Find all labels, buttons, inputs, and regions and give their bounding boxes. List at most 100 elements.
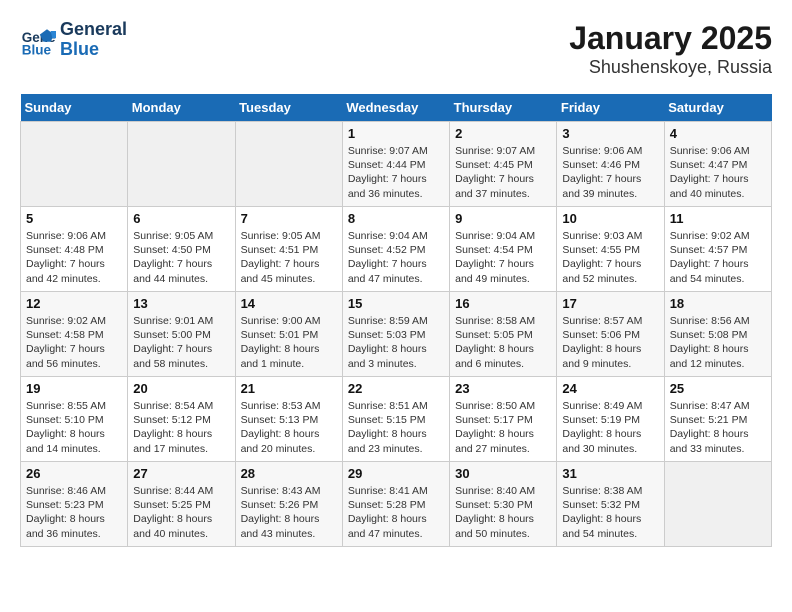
calendar-day: 31Sunrise: 8:38 AM Sunset: 5:32 PM Dayli…	[557, 462, 664, 547]
day-number: 6	[133, 211, 229, 226]
dow-header-thursday: Thursday	[450, 94, 557, 122]
calendar-day: 30Sunrise: 8:40 AM Sunset: 5:30 PM Dayli…	[450, 462, 557, 547]
calendar-day: 14 Sunrise: 9:00 AM Sunset: 5:01 PM Dayli…	[235, 292, 342, 377]
day-info: Sunrise: 8:51 AM Sunset: 5:15 PM Dayligh…	[348, 399, 444, 456]
calendar-week-5: 26 Sunrise: 8:46 AM Sunset: 5:23 PM Dayli…	[21, 462, 772, 547]
day-number: 27	[133, 466, 229, 481]
calendar-day: 29Sunrise: 8:41 AM Sunset: 5:28 PM Dayli…	[342, 462, 449, 547]
day-number: 13	[133, 296, 229, 311]
calendar-day: 13 Sunrise: 9:01 AM Sunset: 5:00 PM Dayli…	[128, 292, 235, 377]
day-info: Sunrise: 9:05 AM Sunset: 4:51 PM Dayligh…	[241, 229, 337, 286]
day-number: 14	[241, 296, 337, 311]
logo: General Blue General Blue	[20, 20, 127, 60]
day-info: Sunrise: 9:00 AM Sunset: 5:01 PM Dayligh…	[241, 314, 337, 371]
day-info: Sunrise: 8:53 AM Sunset: 5:13 PM Dayligh…	[241, 399, 337, 456]
day-number: 4	[670, 126, 766, 141]
calendar-day: 1 Sunrise: 9:07 AM Sunset: 4:44 PM Daylig…	[342, 122, 449, 207]
day-number: 18	[670, 296, 766, 311]
day-number: 20	[133, 381, 229, 396]
day-info: Sunrise: 8:55 AM Sunset: 5:10 PM Dayligh…	[26, 399, 122, 456]
calendar-week-4: 19 Sunrise: 8:55 AM Sunset: 5:10 PM Dayli…	[21, 377, 772, 462]
day-number: 8	[348, 211, 444, 226]
calendar-day: 23Sunrise: 8:50 AM Sunset: 5:17 PM Dayli…	[450, 377, 557, 462]
day-number: 5	[26, 211, 122, 226]
calendar-day: 25Sunrise: 8:47 AM Sunset: 5:21 PM Dayli…	[664, 377, 771, 462]
dow-header-monday: Monday	[128, 94, 235, 122]
calendar-day	[664, 462, 771, 547]
calendar-table: SundayMondayTuesdayWednesdayThursdayFrid…	[20, 94, 772, 547]
day-number: 12	[26, 296, 122, 311]
calendar-day	[235, 122, 342, 207]
day-number: 17	[562, 296, 658, 311]
day-number: 26	[26, 466, 122, 481]
calendar-day: 8 Sunrise: 9:04 AM Sunset: 4:52 PM Daylig…	[342, 207, 449, 292]
day-info: Sunrise: 9:02 AM Sunset: 4:58 PM Dayligh…	[26, 314, 122, 371]
day-info: Sunrise: 8:47 AM Sunset: 5:21 PM Dayligh…	[670, 399, 766, 456]
calendar-day	[128, 122, 235, 207]
calendar-week-2: 5 Sunrise: 9:06 AM Sunset: 4:48 PM Daylig…	[21, 207, 772, 292]
day-number: 21	[241, 381, 337, 396]
day-number: 11	[670, 211, 766, 226]
day-number: 2	[455, 126, 551, 141]
svg-text:Blue: Blue	[22, 42, 52, 57]
day-number: 28	[241, 466, 337, 481]
day-info: Sunrise: 8:38 AM Sunset: 5:32 PM Dayligh…	[562, 484, 658, 541]
day-info: Sunrise: 9:03 AM Sunset: 4:55 PM Dayligh…	[562, 229, 658, 286]
day-info: Sunrise: 9:04 AM Sunset: 4:52 PM Dayligh…	[348, 229, 444, 286]
calendar-day: 12 Sunrise: 9:02 AM Sunset: 4:58 PM Dayli…	[21, 292, 128, 377]
day-info: Sunrise: 8:41 AM Sunset: 5:28 PM Dayligh…	[348, 484, 444, 541]
calendar-week-3: 12 Sunrise: 9:02 AM Sunset: 4:58 PM Dayli…	[21, 292, 772, 377]
calendar-day: 22 Sunrise: 8:51 AM Sunset: 5:15 PM Dayli…	[342, 377, 449, 462]
page-subtitle: Shushenskoye, Russia	[569, 57, 772, 78]
day-info: Sunrise: 9:06 AM Sunset: 4:47 PM Dayligh…	[670, 144, 766, 201]
day-info: Sunrise: 8:58 AM Sunset: 5:05 PM Dayligh…	[455, 314, 551, 371]
page-header: General Blue General Blue January 2025 S…	[20, 20, 772, 78]
calendar-day: 9Sunrise: 9:04 AM Sunset: 4:54 PM Daylig…	[450, 207, 557, 292]
calendar-day: 24Sunrise: 8:49 AM Sunset: 5:19 PM Dayli…	[557, 377, 664, 462]
day-info: Sunrise: 9:01 AM Sunset: 5:00 PM Dayligh…	[133, 314, 229, 371]
day-info: Sunrise: 9:07 AM Sunset: 4:44 PM Dayligh…	[348, 144, 444, 201]
day-number: 7	[241, 211, 337, 226]
dow-header-sunday: Sunday	[21, 94, 128, 122]
calendar-day: 26 Sunrise: 8:46 AM Sunset: 5:23 PM Dayli…	[21, 462, 128, 547]
calendar-day: 17 Sunrise: 8:57 AM Sunset: 5:06 PM Dayli…	[557, 292, 664, 377]
day-info: Sunrise: 9:05 AM Sunset: 4:50 PM Dayligh…	[133, 229, 229, 286]
dow-header-wednesday: Wednesday	[342, 94, 449, 122]
day-number: 19	[26, 381, 122, 396]
dow-header-friday: Friday	[557, 94, 664, 122]
day-number: 16	[455, 296, 551, 311]
calendar-day: 19 Sunrise: 8:55 AM Sunset: 5:10 PM Dayli…	[21, 377, 128, 462]
logo-wordmark: General Blue	[60, 20, 127, 60]
day-info: Sunrise: 8:56 AM Sunset: 5:08 PM Dayligh…	[670, 314, 766, 371]
day-info: Sunrise: 8:44 AM Sunset: 5:25 PM Dayligh…	[133, 484, 229, 541]
day-number: 30	[455, 466, 551, 481]
page-title: January 2025	[569, 20, 772, 57]
calendar-day: 27 Sunrise: 8:44 AM Sunset: 5:25 PM Dayli…	[128, 462, 235, 547]
day-info: Sunrise: 9:07 AM Sunset: 4:45 PM Dayligh…	[455, 144, 551, 201]
day-number: 22	[348, 381, 444, 396]
title-block: January 2025 Shushenskoye, Russia	[569, 20, 772, 78]
calendar-day: 15 Sunrise: 8:59 AM Sunset: 5:03 PM Dayli…	[342, 292, 449, 377]
day-info: Sunrise: 8:57 AM Sunset: 5:06 PM Dayligh…	[562, 314, 658, 371]
calendar-day: 16 Sunrise: 8:58 AM Sunset: 5:05 PM Dayli…	[450, 292, 557, 377]
dow-header-tuesday: Tuesday	[235, 94, 342, 122]
day-info: Sunrise: 8:59 AM Sunset: 5:03 PM Dayligh…	[348, 314, 444, 371]
calendar-day: 3 Sunrise: 9:06 AM Sunset: 4:46 PM Daylig…	[557, 122, 664, 207]
day-number: 3	[562, 126, 658, 141]
day-info: Sunrise: 8:54 AM Sunset: 5:12 PM Dayligh…	[133, 399, 229, 456]
calendar-day: 21 Sunrise: 8:53 AM Sunset: 5:13 PM Dayli…	[235, 377, 342, 462]
calendar-day: 7 Sunrise: 9:05 AM Sunset: 4:51 PM Daylig…	[235, 207, 342, 292]
day-number: 23	[455, 381, 551, 396]
dow-header-saturday: Saturday	[664, 94, 771, 122]
day-info: Sunrise: 9:06 AM Sunset: 4:46 PM Dayligh…	[562, 144, 658, 201]
day-info: Sunrise: 9:06 AM Sunset: 4:48 PM Dayligh…	[26, 229, 122, 286]
calendar-week-1: 1 Sunrise: 9:07 AM Sunset: 4:44 PM Daylig…	[21, 122, 772, 207]
day-info: Sunrise: 9:02 AM Sunset: 4:57 PM Dayligh…	[670, 229, 766, 286]
day-number: 15	[348, 296, 444, 311]
logo-icon: General Blue	[20, 22, 56, 58]
day-number: 10	[562, 211, 658, 226]
day-info: Sunrise: 8:46 AM Sunset: 5:23 PM Dayligh…	[26, 484, 122, 541]
calendar-day: 2 Sunrise: 9:07 AM Sunset: 4:45 PM Daylig…	[450, 122, 557, 207]
day-number: 24	[562, 381, 658, 396]
day-number: 1	[348, 126, 444, 141]
